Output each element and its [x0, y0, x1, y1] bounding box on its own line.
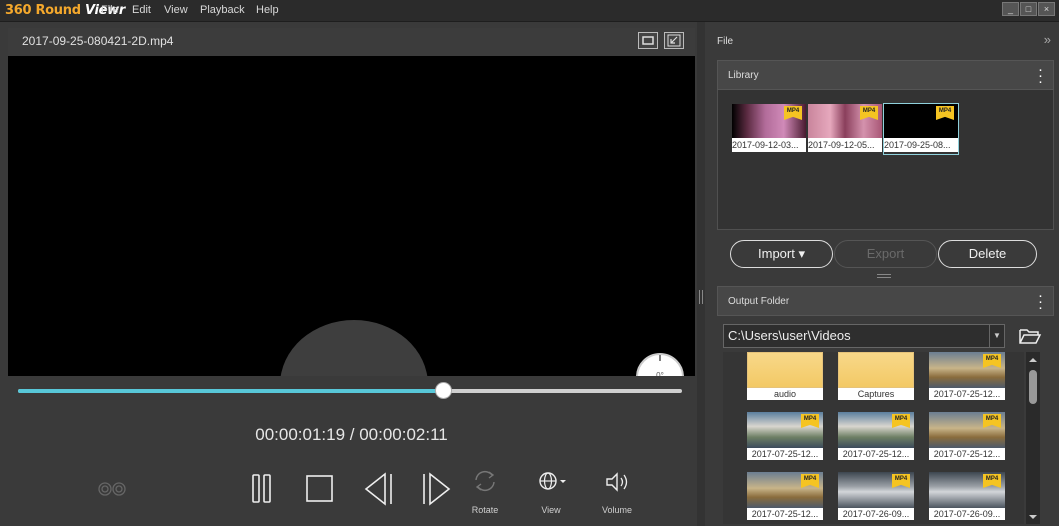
stop-icon[interactable]	[305, 474, 335, 504]
video-item[interactable]: MP4 2017-07-25-12...	[747, 472, 823, 522]
output-scrollbar[interactable]	[1026, 352, 1040, 524]
panel-title: File	[717, 36, 734, 47]
splitter-grip	[699, 290, 703, 304]
menu-file[interactable]: File	[101, 4, 119, 16]
seek-handle[interactable]	[434, 382, 452, 399]
scroll-up-icon[interactable]	[1026, 355, 1040, 365]
library-item-caption: 2017-09-12-05...	[808, 138, 882, 152]
library-item[interactable]: MP4 2017-09-12-03...	[732, 104, 806, 154]
library-item-selected[interactable]: MP4 2017-09-25-08...	[883, 103, 959, 155]
rotate-label: Rotate	[471, 505, 499, 515]
import-button[interactable]: Import ▾	[730, 240, 833, 268]
menu-edit[interactable]: Edit	[132, 4, 151, 16]
scrollbar-thumb[interactable]	[1029, 370, 1037, 404]
open-folder-icon[interactable]	[1018, 327, 1042, 345]
folder-item[interactable]: Captures	[838, 352, 914, 402]
video-frame-content	[280, 320, 428, 376]
fullscreen-button[interactable]	[664, 32, 684, 49]
menu-playback[interactable]: Playback	[200, 4, 245, 16]
video-item[interactable]: MP4 2017-07-25-12...	[747, 412, 823, 462]
video-item[interactable]: MP4 2017-07-25-12...	[929, 412, 1005, 462]
folder-icon	[838, 352, 914, 388]
volume-icon[interactable]	[604, 471, 630, 493]
video-item[interactable]: MP4 2017-07-26-09...	[838, 472, 914, 522]
file-panel: File » Library · · · MP4 2017-09-12-03... …	[705, 22, 1059, 526]
view-label: View	[541, 505, 561, 515]
export-button: Export	[834, 240, 937, 268]
seek-bar-progress	[18, 389, 443, 393]
library-item[interactable]: MP4 2017-09-12-05...	[808, 104, 882, 154]
volume-label: Volume	[601, 505, 633, 515]
step-back-icon[interactable]	[363, 472, 395, 506]
menu-help[interactable]: Help	[256, 4, 279, 16]
output-grid: audio Captures MP4 2017-07-25-12... MP4 …	[723, 352, 1024, 524]
output-path-select[interactable]: C:\Users\user\Videos	[723, 324, 1005, 348]
video-viewport[interactable]: 0°	[8, 56, 695, 376]
playback-controls: 00:00:01:19 / 00:00:02:11 Rotate View Vo…	[8, 376, 695, 520]
rotate-icon[interactable]	[472, 468, 498, 494]
output-menu-icon[interactable]: · · ·	[1038, 288, 1043, 315]
menu-view[interactable]: View	[164, 4, 188, 16]
library-menu-icon[interactable]: · · ·	[1038, 62, 1043, 89]
orientation-compass[interactable]: 0°	[636, 353, 684, 376]
timecode: 00:00:01:19 / 00:00:02:11	[255, 425, 448, 444]
step-forward-icon[interactable]	[420, 472, 452, 506]
video-item[interactable]: MP4 2017-07-25-12...	[929, 352, 1005, 402]
video-header: 2017-09-25-080421-2D.mp4	[8, 28, 695, 56]
video-item[interactable]: MP4 2017-07-26-09...	[929, 472, 1005, 522]
scroll-down-icon[interactable]	[1026, 512, 1040, 522]
window-mode-button[interactable]	[638, 32, 658, 49]
folder-item[interactable]: audio	[747, 352, 823, 402]
window-mode-icon	[642, 36, 654, 45]
video-filename: 2017-09-25-080421-2D.mp4	[22, 34, 174, 48]
delete-button[interactable]: Delete	[938, 240, 1037, 268]
library-list: MP4 2017-09-12-03... MP4 2017-09-12-05..…	[717, 90, 1054, 230]
output-folder-header: Output Folder · · ·	[717, 286, 1054, 316]
chevron-down-icon[interactable]: ▼	[989, 324, 1005, 348]
view-globe-icon[interactable]	[537, 470, 567, 492]
folder-icon	[747, 352, 823, 388]
pane-splitter[interactable]	[697, 22, 705, 526]
library-header: Library · · ·	[717, 60, 1054, 90]
minimize-button[interactable]: _	[1002, 2, 1019, 16]
menu-bar: 360 Round Viewr File Edit View Playback …	[0, 0, 1059, 22]
collapse-panel-icon[interactable]: »	[1044, 32, 1051, 47]
section-resize-grip[interactable]	[877, 274, 891, 278]
resize-icon	[667, 34, 681, 47]
library-item-caption: 2017-09-25-08...	[884, 138, 958, 152]
maximize-button[interactable]: □	[1020, 2, 1037, 16]
library-item-caption: 2017-09-12-03...	[732, 138, 806, 152]
seek-bar[interactable]	[18, 382, 682, 399]
stereo-glasses-icon[interactable]	[98, 479, 126, 499]
close-button[interactable]: ×	[1038, 2, 1055, 16]
video-item[interactable]: MP4 2017-07-25-12...	[838, 412, 914, 462]
pause-icon[interactable]	[250, 474, 274, 504]
